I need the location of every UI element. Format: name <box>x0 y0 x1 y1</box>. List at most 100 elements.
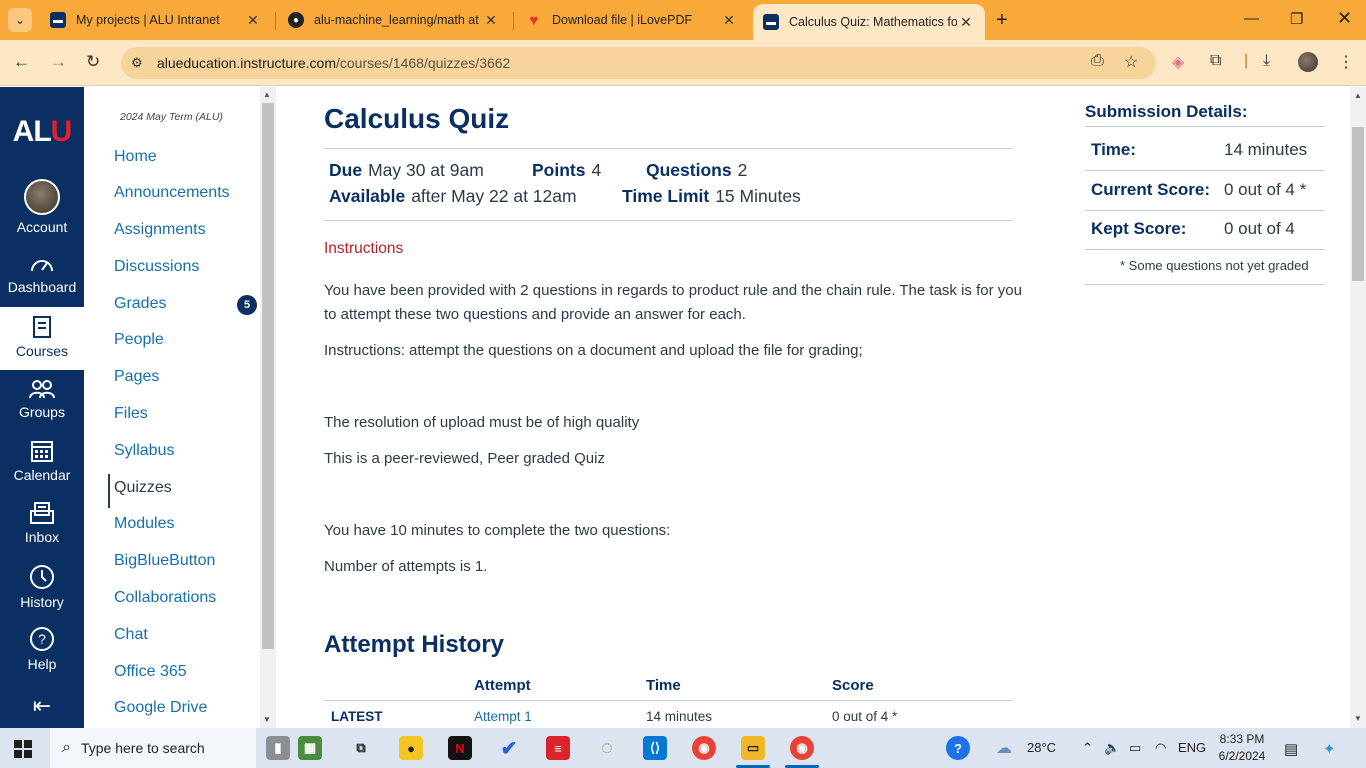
global-nav-account[interactable]: Account <box>0 179 84 237</box>
profile-avatar[interactable] <box>1298 52 1318 72</box>
extensions-puzzle-icon[interactable]: ⧉ <box>1210 52 1221 70</box>
global-nav-dashboard[interactable]: Dashboard <box>0 253 84 303</box>
weather-icon[interactable]: ☁ <box>996 738 1012 758</box>
scroll-down-icon[interactable]: ▼ <box>263 715 271 724</box>
netflix-icon[interactable]: N <box>448 736 472 760</box>
vscode-icon[interactable]: ⟨⟩ <box>643 736 667 760</box>
course-nav-office-365[interactable]: Office 365 <box>114 663 187 681</box>
tab-ilovepdf[interactable]: ♥ Download file | iLovePDF ✕ <box>516 4 748 36</box>
tab-github[interactable]: ● alu-machine_learning/math at m ✕ <box>278 4 510 36</box>
global-nav-help[interactable]: ? Help <box>0 626 84 676</box>
tab-title: My projects | ALU Intranet <box>76 13 220 27</box>
battery-icon[interactable]: ▭ <box>1129 740 1141 756</box>
scroll-up-icon[interactable]: ▲ <box>1354 91 1362 100</box>
inbox-icon <box>30 502 54 524</box>
stack-app-icon[interactable]: ≡ <box>546 736 570 760</box>
scrollbar-thumb[interactable] <box>1352 127 1364 281</box>
back-icon[interactable]: ← <box>13 52 30 72</box>
close-icon[interactable]: ✕ <box>957 14 975 31</box>
tab-calculus-quiz[interactable]: ▬ Calculus Quiz: Mathematics for ✕ <box>753 4 985 40</box>
install-app-icon[interactable]: ⎙ <box>1091 52 1104 70</box>
restore-button[interactable]: ❐ <box>1290 10 1303 28</box>
windows-start-icon[interactable] <box>14 740 32 758</box>
course-nav-scrollbar[interactable]: ▲ ▼ <box>260 87 276 728</box>
time-limit: Time Limit 15 Minutes <box>622 186 801 207</box>
address-bar[interactable]: ⚙ alueducation.instructure.com/courses/1… <box>121 47 1156 79</box>
taskbar-clock[interactable]: 8:33 PM 6/2/2024 <box>1212 731 1272 765</box>
instructions-heading: Instructions <box>324 240 404 257</box>
help-tips-icon[interactable]: ? <box>946 736 970 760</box>
scrollbar-thumb[interactable] <box>262 103 274 649</box>
close-icon[interactable]: ✕ <box>720 12 738 29</box>
volume-icon[interactable]: 🔈 <box>1104 740 1120 756</box>
course-nav-chat[interactable]: Chat <box>114 626 148 644</box>
forward-icon[interactable]: → <box>50 52 67 72</box>
logo-text-accent: U <box>50 115 73 148</box>
course-nav-assignments[interactable]: Assignments <box>114 221 206 239</box>
global-nav-groups[interactable]: Groups <box>0 378 84 428</box>
todo-check-icon[interactable]: ✔ <box>497 736 521 760</box>
global-nav-calendar[interactable]: Calendar <box>0 439 84 489</box>
course-nav-google-drive[interactable]: Google Drive <box>114 699 207 717</box>
reload-icon[interactable]: ↻ <box>86 52 100 72</box>
divider <box>1085 126 1325 127</box>
global-nav-inbox[interactable]: Inbox <box>0 501 84 551</box>
scroll-down-icon[interactable]: ▼ <box>1354 714 1362 723</box>
course-nav-grades[interactable]: Grades <box>114 295 166 313</box>
chrome-icon[interactable]: ◉ <box>692 736 716 760</box>
course-nav-announcements[interactable]: Announcements <box>114 184 230 202</box>
course-nav-home[interactable]: Home <box>114 148 157 166</box>
tab-alu-intranet[interactable]: ▬ My projects | ALU Intranet ✕ <box>40 4 272 36</box>
maps-icon[interactable]: ▦ <box>298 736 322 760</box>
submission-details-title: Submission Details: <box>1085 102 1248 121</box>
global-nav-history[interactable]: History <box>0 564 84 614</box>
taskbar-search-box[interactable]: ⌕ Type here to search <box>50 728 256 768</box>
calendar-icon <box>31 441 53 462</box>
extension-pdf-icon[interactable]: ◈ <box>1172 52 1184 72</box>
global-nav-courses[interactable]: Courses <box>0 307 84 370</box>
notification-icon[interactable]: ▤ <box>1284 740 1298 758</box>
show-hidden-icons-chevron[interactable]: ⌃ <box>1082 740 1093 756</box>
file-explorer-icon[interactable]: ▭ <box>741 736 765 760</box>
alu-logo[interactable]: ALU <box>0 115 84 149</box>
copilot-icon[interactable]: ✦ <box>1323 740 1336 758</box>
refresh-app-icon[interactable]: ◌ <box>595 736 619 760</box>
page-scrollbar[interactable]: ▲ ▼ <box>1350 87 1366 728</box>
bookmark-star-icon[interactable]: ☆ <box>1124 52 1138 72</box>
course-nav-modules[interactable]: Modules <box>114 515 174 533</box>
language-indicator[interactable]: ENG <box>1178 740 1206 755</box>
course-nav-collaborations[interactable]: Collaborations <box>114 589 216 607</box>
chrome-profile-icon[interactable]: ◉ <box>790 736 814 760</box>
new-tab-button[interactable]: + <box>996 9 1008 32</box>
tab-divider <box>275 12 276 30</box>
kept-score-label: Kept Score: <box>1091 219 1187 238</box>
task-view-icon[interactable]: ⧉ <box>349 736 373 760</box>
course-nav-discussions[interactable]: Discussions <box>114 258 199 276</box>
browser-tab-strip: ⌄ ▬ My projects | ALU Intranet ✕ ● alu-m… <box>0 0 1366 40</box>
course-term: 2024 May Term (ALU) <box>120 111 223 123</box>
browser-menu-icon[interactable]: ⋮ <box>1338 52 1354 72</box>
tab-search-button[interactable]: ⌄ <box>8 8 32 32</box>
weather-temperature[interactable]: 28°C <box>1027 740 1056 755</box>
trash-can-icon[interactable]: ▮ <box>266 736 290 760</box>
penguin-app-icon[interactable]: ● <box>399 736 423 760</box>
divider <box>324 220 1013 221</box>
scroll-up-icon[interactable]: ▲ <box>263 90 271 99</box>
course-nav-pages[interactable]: Pages <box>114 368 159 386</box>
wifi-icon[interactable]: ◠ <box>1155 740 1166 756</box>
course-nav-quizzes[interactable]: Quizzes <box>114 479 172 497</box>
grades-badge: 5 <box>237 295 257 315</box>
account-avatar <box>24 179 60 215</box>
course-nav-bigbluebutton[interactable]: BigBlueButton <box>114 552 215 570</box>
course-nav-syllabus[interactable]: Syllabus <box>114 442 174 460</box>
attempt-1-link[interactable]: Attempt 1 <box>474 709 532 724</box>
course-nav-files[interactable]: Files <box>114 405 148 423</box>
window-close-button[interactable]: ✕ <box>1337 8 1352 29</box>
minimize-button[interactable]: — <box>1244 10 1259 27</box>
course-nav-people[interactable]: People <box>114 331 164 349</box>
downloads-icon[interactable]: ⤓ <box>1263 52 1270 70</box>
collapse-nav-icon[interactable]: ⇤ <box>0 693 84 719</box>
site-info-icon[interactable]: ⚙ <box>131 55 149 71</box>
close-icon[interactable]: ✕ <box>482 12 500 29</box>
close-icon[interactable]: ✕ <box>244 12 262 29</box>
